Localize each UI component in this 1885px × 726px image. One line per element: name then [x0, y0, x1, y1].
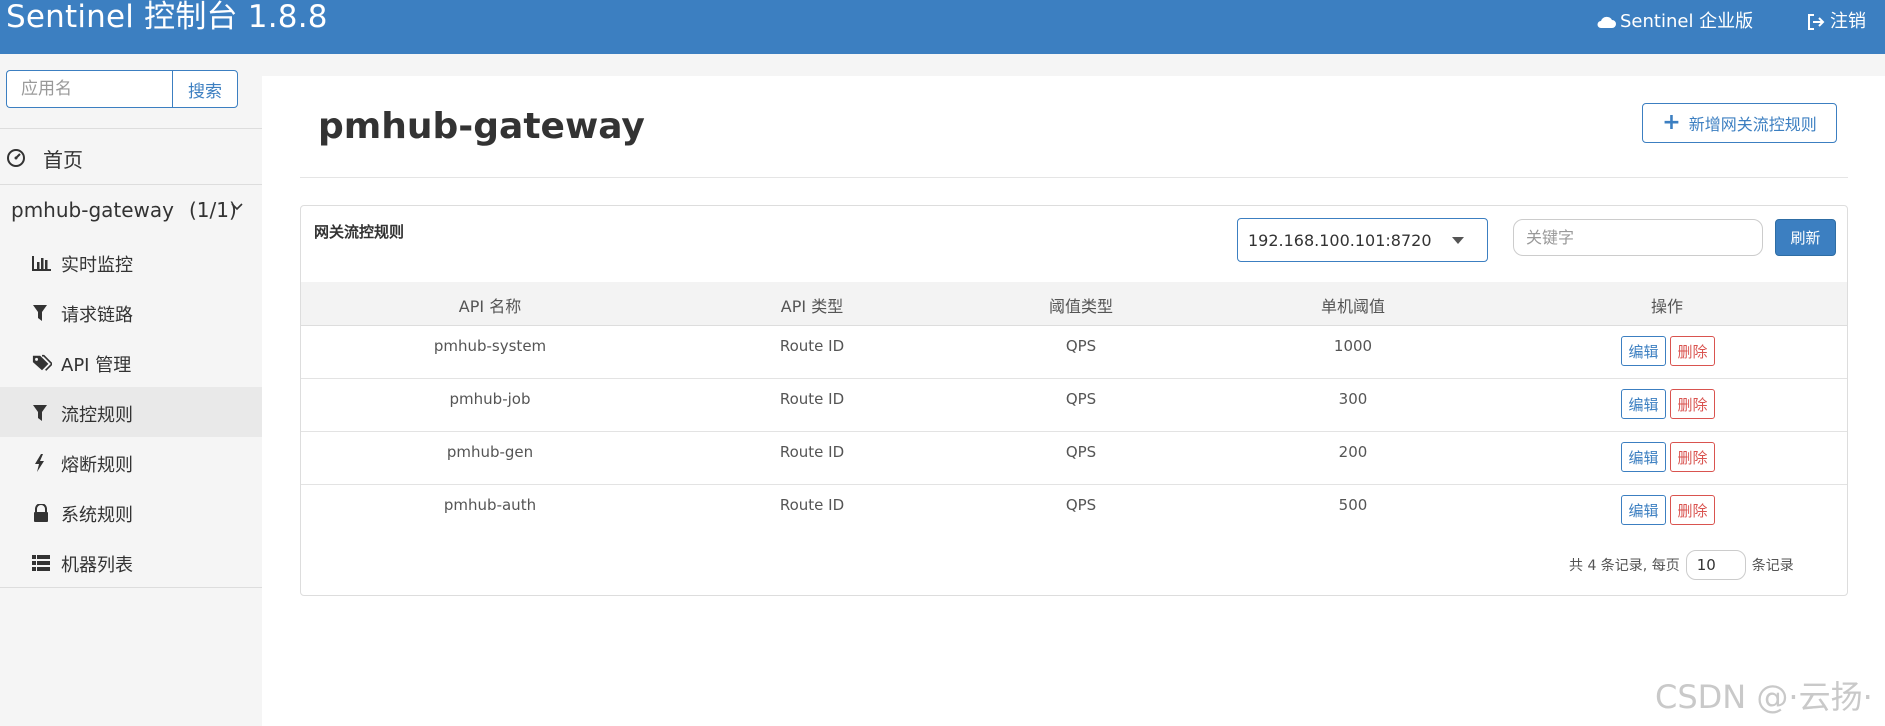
filter-icon: [33, 405, 47, 421]
api-type-cell: Route ID: [779, 390, 845, 408]
dashboard-icon: [7, 149, 25, 167]
sidebar-item-home[interactable]: 首页: [0, 129, 262, 184]
threshold-type-cell: QPS: [1065, 496, 1097, 514]
tags-icon: [32, 354, 52, 371]
main-top-band: [262, 54, 1885, 76]
pagination-total: 共 4 条记录, 每页: [1569, 558, 1680, 574]
delete-button[interactable]: 删除: [1670, 389, 1715, 419]
machine-select[interactable]: 192.168.100.101:8720: [1237, 218, 1488, 262]
caret-down-icon: [1452, 237, 1464, 244]
threshold-type-cell: QPS: [1065, 443, 1097, 461]
column-header: 操作: [1650, 297, 1684, 316]
sidebar-item-request-chain[interactable]: 请求链路: [0, 287, 262, 337]
plus-icon: +: [1662, 110, 1681, 135]
machine-select-value: 192.168.100.101:8720: [1248, 231, 1432, 250]
sidebar-item-label: API 管理: [61, 355, 132, 376]
column-header: 阈值类型: [1048, 297, 1114, 316]
bar-chart-icon: [32, 256, 51, 271]
app-search: 搜索: [6, 70, 238, 108]
page-size-input[interactable]: [1685, 550, 1746, 580]
add-button-label: 新增网关流控规则: [1688, 115, 1817, 134]
column-header: API 名称: [458, 297, 522, 316]
refresh-button[interactable]: 刷新: [1775, 219, 1836, 256]
threshold-cell: 1000: [1333, 337, 1373, 355]
logout-link[interactable]: 注销: [1806, 10, 1866, 34]
delete-button[interactable]: 删除: [1670, 495, 1715, 525]
table-row: pmhub-job Route ID QPS 300 编辑 删除: [301, 379, 1847, 432]
chevron-down-icon: [231, 203, 243, 211]
threshold-cell: 200: [1338, 443, 1368, 461]
sidebar: 搜索 首页 pmhub-gateway (1/1) 实时监控 请求链路: [0, 54, 262, 726]
rules-panel: 网关流控规则 192.168.100.101:8720 刷新 API 名称 AP…: [300, 205, 1848, 596]
top-navbar: Sentinel 控制台 1.8.8 Sentinel 企业版 注销: [0, 0, 1885, 54]
api-name-cell: pmhub-auth: [443, 496, 537, 514]
title-divider: [300, 177, 1848, 178]
lightning-icon: [35, 454, 44, 472]
lock-icon: [34, 504, 48, 522]
table-row: pmhub-auth Route ID QPS 500 编辑 删除: [301, 485, 1847, 537]
sign-out-icon: [1808, 14, 1825, 30]
app-search-button[interactable]: 搜索: [172, 70, 238, 108]
api-name-cell: pmhub-system: [433, 337, 547, 355]
column-header: 单机阈值: [1320, 297, 1386, 316]
enterprise-link[interactable]: Sentinel 企业版: [1596, 10, 1753, 34]
page-title: pmhub-gateway: [318, 106, 645, 147]
api-name-cell: pmhub-job: [449, 390, 531, 408]
edit-button[interactable]: 编辑: [1621, 336, 1666, 366]
api-type-cell: Route ID: [779, 496, 845, 514]
threshold-cell: 300: [1338, 390, 1368, 408]
pagination-suffix: 条记录: [1751, 558, 1794, 574]
sidebar-item-degrade-rules[interactable]: 熔断规则: [0, 437, 262, 487]
sidebar-item-realtime-monitor[interactable]: 实时监控: [0, 237, 262, 287]
api-type-cell: Route ID: [779, 443, 845, 461]
filter-icon: [33, 305, 47, 321]
api-name-cell: pmhub-gen: [446, 443, 534, 461]
pagination: 共 4 条记录, 每页 条记录: [1569, 550, 1794, 580]
logout-label: 注销: [1830, 11, 1866, 32]
sidebar-item-label: 首页: [43, 148, 83, 172]
add-gateway-flow-rule-button[interactable]: + 新增网关流控规则: [1642, 103, 1837, 143]
app-group-name: pmhub-gateway: [11, 198, 174, 222]
sidebar-item-api-management[interactable]: API 管理: [0, 337, 262, 387]
app-group-count: (1/1): [189, 198, 237, 222]
cloud-icon: [1597, 16, 1616, 28]
keyword-search-input[interactable]: [1513, 219, 1763, 256]
sidebar-item-label: 机器列表: [61, 555, 133, 576]
table-row: pmhub-system Route ID QPS 1000 编辑 删除: [301, 326, 1847, 379]
sidebar-divider: [0, 587, 262, 588]
column-header: API 类型: [780, 297, 844, 316]
sidebar-item-label: 系统规则: [61, 505, 133, 526]
edit-button[interactable]: 编辑: [1621, 495, 1666, 525]
sidebar-item-label: 流控规则: [61, 405, 133, 426]
edit-button[interactable]: 编辑: [1621, 389, 1666, 419]
enterprise-label: Sentinel 企业版: [1620, 11, 1754, 32]
sidebar-item-flow-rules[interactable]: 流控规则: [0, 387, 262, 437]
edit-button[interactable]: 编辑: [1621, 442, 1666, 472]
delete-button[interactable]: 删除: [1670, 336, 1715, 366]
api-type-cell: Route ID: [779, 337, 845, 355]
app-group-pmhub-gateway[interactable]: pmhub-gateway (1/1): [0, 185, 262, 233]
list-icon: [32, 555, 50, 571]
sidebar-item-label: 请求链路: [61, 305, 133, 326]
table-row: pmhub-gen Route ID QPS 200 编辑 删除: [301, 432, 1847, 485]
threshold-type-cell: QPS: [1065, 390, 1097, 408]
app-search-input[interactable]: [6, 70, 172, 108]
sidebar-item-machine-list[interactable]: 机器列表: [0, 537, 262, 587]
sidebar-item-system-rules[interactable]: 系统规则: [0, 487, 262, 537]
app-title[interactable]: Sentinel 控制台 1.8.8: [6, 0, 328, 34]
table-header: API 名称 API 类型 阈值类型 单机阈值 操作: [301, 282, 1847, 326]
delete-button[interactable]: 删除: [1670, 442, 1715, 472]
threshold-cell: 500: [1338, 496, 1368, 514]
panel-title: 网关流控规则: [314, 223, 405, 241]
threshold-type-cell: QPS: [1065, 337, 1097, 355]
sidebar-item-label: 实时监控: [61, 255, 133, 276]
watermark: CSDN @·云扬·: [1655, 678, 1873, 716]
sidebar-item-label: 熔断规则: [61, 455, 133, 476]
